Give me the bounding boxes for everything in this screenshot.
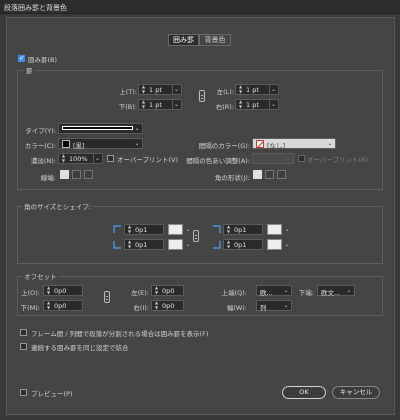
tint-label: 濃淡(N): — [30, 157, 56, 165]
cancel-button[interactable]: キャンセル — [332, 386, 380, 399]
border-checkbox[interactable] — [18, 54, 25, 62]
link-corners-chain-icon[interactable] — [193, 230, 199, 242]
tab-border[interactable]: 囲み罫 — [168, 34, 199, 46]
offset-bottom-label: 下(M): — [20, 304, 40, 312]
stroke-color-value: [黒] — [73, 142, 85, 150]
corner-panel — [17, 206, 383, 264]
gap-color-dropdown[interactable]: [なし] ⌄ — [252, 138, 336, 150]
offset-left-value: 0p0 — [162, 287, 175, 295]
top-edge-dropdown[interactable]: 欧... ⌄ — [256, 285, 292, 297]
offset-top-value: 0p0 — [54, 287, 67, 295]
bottom-right-corner-icon — [212, 240, 221, 249]
offset-right-value: 0p0 — [162, 302, 175, 310]
offset-bottom-stepper[interactable]: ▲ ▼ 0p0 — [43, 300, 83, 311]
bottom-edge-dropdown[interactable]: 欧文... ⌄ — [317, 285, 355, 297]
bevel-join-icon[interactable] — [277, 170, 286, 179]
offset-right-stepper[interactable]: ▲ ▼ 0p0 — [151, 300, 184, 311]
tab-background-color[interactable]: 背景色 — [199, 34, 231, 46]
type-label: タイプ(Y): — [25, 127, 56, 135]
width-label: 幅(W): — [226, 304, 247, 312]
top-edge-label: 上端(Q): — [221, 289, 247, 297]
top-weight-stepper[interactable]: ▲ ▼ 1 pt ⌄ — [138, 84, 182, 95]
gap-color-value: [なし] — [267, 142, 286, 150]
stroke-type-dropdown[interactable]: ⌄ — [58, 123, 143, 134]
bottom-left-corner-value: 0p1 — [135, 241, 148, 249]
bottom-right-corner-value: 0p1 — [234, 241, 247, 249]
right-weight-value: 1 pt — [246, 101, 259, 109]
gap-overprint-label: オーバープリント(R) — [307, 156, 369, 164]
offset-top-label: 上(O): — [21, 289, 40, 297]
top-weight-value: 1 pt — [149, 86, 162, 94]
black-swatch-icon — [62, 140, 70, 148]
butt-cap-icon[interactable] — [60, 170, 69, 179]
stroke-color-dropdown[interactable]: [黒] ⌄ — [58, 138, 143, 150]
bottom-weight-value: 1 pt — [149, 101, 162, 109]
offset-top-stepper[interactable]: ▲ ▼ 0p0 — [43, 285, 83, 296]
bottom-weight-label: 下(B): — [118, 103, 137, 111]
ok-button[interactable]: OK — [282, 386, 326, 399]
preview-checkbox[interactable] — [20, 389, 27, 396]
display-across-frames-checkbox[interactable] — [20, 329, 27, 336]
left-weight-stepper[interactable]: ▲ ▼ 1 pt ⌄ — [235, 84, 279, 95]
gap-tint-stepper[interactable]: ⌄ — [252, 153, 294, 164]
color-label: カラー(C): — [24, 142, 56, 150]
bottom-edge-label: 下端: — [298, 289, 314, 297]
link-offsets-chain-icon[interactable] — [104, 291, 110, 303]
top-right-corner-value: 0p1 — [234, 226, 247, 234]
overprint-label: オーバープリント(V) — [117, 156, 179, 164]
top-right-corner-icon — [212, 225, 221, 234]
bottom-edge-value: 欧文... — [321, 289, 341, 297]
none-swatch-icon — [256, 140, 264, 148]
offset-bottom-value: 0p0 — [54, 302, 67, 310]
bottom-right-corner-shape[interactable]: ⌄ — [267, 239, 290, 250]
bottom-left-corner-shape[interactable]: ⌄ — [168, 239, 191, 250]
merge-consecutive-label: 連続する囲み罫を同じ設定で結合 — [31, 344, 129, 352]
gap-color-label: 間隔のカラー(G): — [198, 142, 250, 150]
round-cap-icon[interactable] — [72, 170, 81, 179]
tint-value: 100% — [69, 155, 88, 163]
window-title: 段落囲み罫と背景色 — [4, 4, 67, 12]
bottom-left-corner-size[interactable]: ▲ ▼ 0p1 — [124, 239, 164, 250]
top-left-corner-value: 0p1 — [135, 226, 148, 234]
offset-left-label: 左(E): — [131, 289, 149, 297]
left-weight-label: 左(L): — [216, 88, 234, 96]
gap-tint-label: 間隔の色あい調整(A): — [186, 157, 250, 165]
overprint-checkbox[interactable] — [107, 155, 114, 162]
bottom-weight-stepper[interactable]: ▲ ▼ 1 pt ⌄ — [138, 99, 182, 110]
merge-consecutive-checkbox[interactable] — [20, 343, 27, 350]
projecting-cap-icon[interactable] — [84, 170, 93, 179]
top-edge-value: 欧... — [260, 289, 273, 297]
display-across-frames-label: フレーム間 / 列間で段落が分割される場合は囲み罫を表示(F) — [31, 330, 209, 338]
top-left-corner-shape[interactable]: ⌄ — [168, 224, 191, 235]
cap-label: 線端: — [40, 174, 56, 182]
bottom-right-corner-size[interactable]: ▲ ▼ 0p1 — [223, 239, 263, 250]
gap-overprint-checkbox[interactable] — [298, 155, 305, 162]
left-weight-value: 1 pt — [246, 86, 259, 94]
preview-label: プレビュー(P) — [31, 390, 73, 398]
join-label: 角の形状(J): — [214, 174, 250, 182]
round-join-icon[interactable] — [265, 170, 274, 179]
top-weight-label: 上(T): — [119, 88, 137, 96]
offset-section-label: オフセット — [22, 271, 59, 281]
top-left-corner-icon — [113, 225, 122, 234]
right-weight-stepper[interactable]: ▲ ▼ 1 pt ⌄ — [235, 99, 279, 110]
width-value: 列 — [260, 304, 267, 312]
width-dropdown[interactable]: 列 ⌄ — [256, 300, 292, 312]
top-right-corner-size[interactable]: ▲ ▼ 0p1 — [223, 224, 263, 235]
solid-stroke-preview — [62, 126, 133, 130]
offset-right-label: 右(I): — [133, 304, 149, 312]
tint-stepper[interactable]: ▲ ▼ 100% ⌄ — [58, 153, 103, 164]
stroke-section-label: 罫 — [24, 65, 35, 75]
top-right-corner-shape[interactable]: ⌄ — [267, 224, 290, 235]
miter-join-icon[interactable] — [253, 170, 262, 179]
bottom-left-corner-icon — [113, 240, 122, 249]
offset-left-stepper[interactable]: ▲ ▼ 0p0 — [151, 285, 184, 296]
right-weight-label: 右(R): — [215, 103, 234, 111]
border-checkbox-label: 囲み罫(B) — [28, 56, 58, 64]
top-left-corner-size[interactable]: ▲ ▼ 0p1 — [124, 224, 164, 235]
corner-section-label: 角のサイズとシェイプ: — [22, 201, 93, 211]
